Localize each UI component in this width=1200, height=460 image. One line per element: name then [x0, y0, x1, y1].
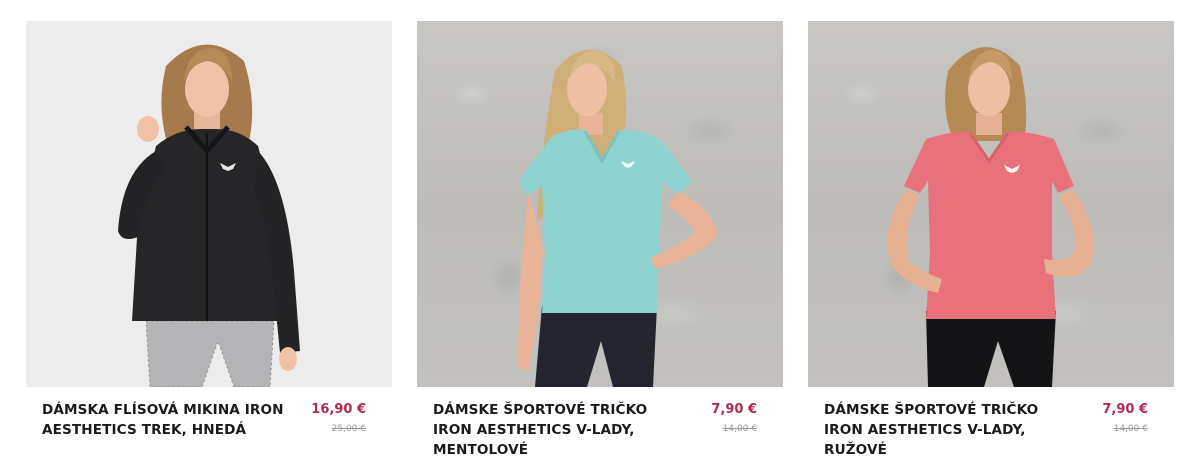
product-card[interactable]: DÁMSKE ŠPORTOVÉ TRIČKO IRON AESTHETICS V… [808, 21, 1174, 460]
model-in-pink-tshirt-image [887, 47, 1095, 387]
model-in-fleece-jacket-image [118, 44, 300, 387]
product-image[interactable] [808, 21, 1174, 387]
product-title[interactable]: DÁMSKE ŠPORTOVÉ TRIČKO IRON AESTHETICS V… [824, 400, 1074, 460]
product-info: DÁMSKE ŠPORTOVÉ TRIČKO IRON AESTHETICS V… [808, 387, 1174, 460]
model-in-mint-tshirt-image [517, 49, 717, 387]
current-price: 7,90 € [1102, 402, 1148, 417]
product-image[interactable] [26, 21, 392, 387]
product-card[interactable]: DÁMSKA FLÍSOVÁ MIKINA IRON AESTHETICS TR… [26, 21, 392, 460]
product-image[interactable] [417, 21, 783, 387]
product-grid: DÁMSKA FLÍSOVÁ MIKINA IRON AESTHETICS TR… [26, 21, 1174, 460]
product-title[interactable]: DÁMSKA FLÍSOVÁ MIKINA IRON AESTHETICS TR… [42, 400, 292, 440]
price-block: 7,90 € 14,00 € [1102, 400, 1148, 439]
original-price: 14,00 € [1113, 424, 1148, 434]
original-price: 14,00 € [722, 424, 757, 434]
original-price: 25,00 € [331, 424, 366, 434]
price-block: 16,90 € 25,00 € [311, 400, 366, 439]
current-price: 16,90 € [311, 402, 366, 417]
product-card[interactable]: DÁMSKE ŠPORTOVÉ TRIČKO IRON AESTHETICS V… [417, 21, 783, 460]
product-info: DÁMSKA FLÍSOVÁ MIKINA IRON AESTHETICS TR… [26, 387, 392, 440]
current-price: 7,90 € [711, 402, 757, 417]
product-title[interactable]: DÁMSKE ŠPORTOVÉ TRIČKO IRON AESTHETICS V… [433, 400, 683, 460]
product-info: DÁMSKE ŠPORTOVÉ TRIČKO IRON AESTHETICS V… [417, 387, 783, 460]
price-block: 7,90 € 14,00 € [711, 400, 757, 439]
